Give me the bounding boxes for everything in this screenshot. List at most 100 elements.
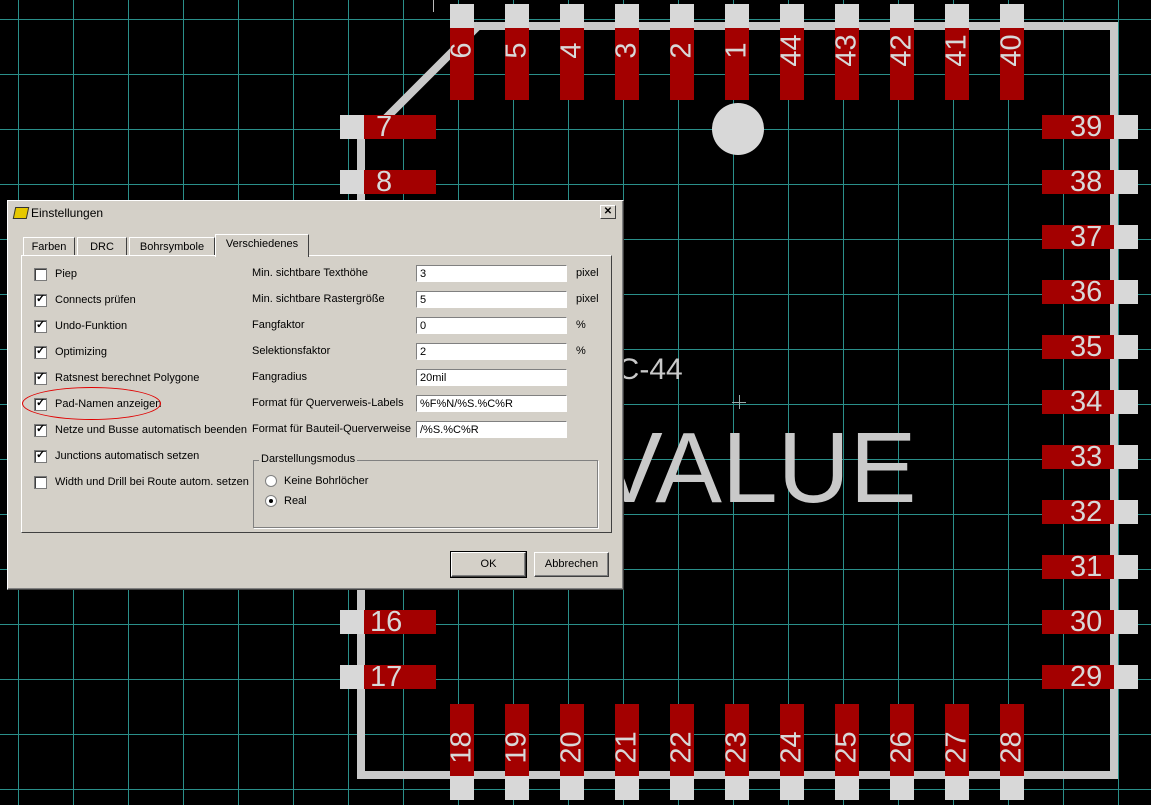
- pad-right-cap: [1114, 170, 1138, 194]
- field-unit: pixel: [576, 267, 599, 279]
- pad-right-cap: [1114, 280, 1138, 304]
- pad-label: 35: [1070, 331, 1103, 363]
- checkbox-row[interactable]: ✓ Netze und Busse automatisch beenden: [34, 423, 247, 437]
- pad-label: 33: [1070, 441, 1103, 473]
- check-icon: ✓: [36, 292, 46, 305]
- pin1-marker: [712, 103, 764, 155]
- checkbox-row[interactable]: ✓ Junctions automatisch setzen: [34, 449, 199, 463]
- text-field[interactable]: 20mil: [416, 369, 567, 386]
- pad-bottom-cap: [945, 776, 969, 800]
- checkbox-label: Netze und Busse automatisch beenden: [55, 424, 248, 436]
- pad-right-cap: [1114, 555, 1138, 579]
- tab-farben[interactable]: Farben: [23, 237, 75, 256]
- tab-bohrsymbole[interactable]: Bohrsymbole: [129, 237, 215, 256]
- check-icon: ✓: [36, 422, 46, 435]
- ok-button[interactable]: OK: [450, 551, 527, 578]
- checkbox[interactable]: ✓: [34, 371, 47, 385]
- field-label: Format für Bauteil-Querverweise: [252, 423, 411, 435]
- pad-label: 18: [445, 731, 478, 764]
- pad-label: 42: [885, 34, 918, 67]
- pad-right-cap: [1114, 390, 1138, 414]
- pad-left-cap: [340, 665, 364, 689]
- display-mode-group: [253, 460, 598, 528]
- radio-button[interactable]: [265, 495, 277, 507]
- checkbox-label: Ratsnest berechnet Polygone: [55, 372, 200, 384]
- field-label: Min. sichtbare Texthöhe: [252, 267, 368, 279]
- pad-label: 29: [1070, 661, 1103, 693]
- pad-label: 43: [830, 34, 863, 67]
- text-field[interactable]: %F%N/%S.%C%R: [416, 395, 567, 412]
- text-field[interactable]: 2: [416, 343, 567, 360]
- pad-label: 36: [1070, 276, 1103, 308]
- field-label: Fangradius: [252, 371, 308, 383]
- pad-bottom-cap: [725, 776, 749, 800]
- pad-label: 22: [665, 731, 698, 764]
- checkbox-label: Piep: [55, 268, 78, 280]
- part-value-label: VALUE: [596, 412, 917, 524]
- pad[interactable]: [364, 115, 436, 139]
- field-label: Fangfaktor: [252, 319, 305, 331]
- checkbox[interactable]: ✓: [34, 448, 47, 463]
- highlight-annotation: [22, 387, 161, 420]
- radio-keine-bohrloecher[interactable]: Keine Bohrlöcher: [265, 475, 368, 487]
- text-field[interactable]: /%S.%C%R: [416, 421, 567, 438]
- check-icon: ✓: [36, 344, 46, 357]
- pad-label: 37: [1070, 221, 1103, 253]
- checkbox-row[interactable]: ✓ Undo-Funktion: [34, 319, 127, 333]
- pad-bottom-cap: [615, 776, 639, 800]
- pad-label: 8: [376, 166, 393, 198]
- radio-button[interactable]: [265, 475, 277, 487]
- pad-left-cap: [340, 610, 364, 634]
- field-label: Format für Querverweis-Labels: [252, 397, 404, 409]
- checkbox-row[interactable]: Width und Drill bei Route autom. setzen: [34, 475, 249, 489]
- pad-label: 44: [775, 34, 808, 67]
- radio-real[interactable]: Real: [265, 495, 307, 507]
- checkbox[interactable]: [34, 475, 47, 489]
- close-button[interactable]: ✕: [600, 205, 616, 219]
- pad-label: 28: [995, 731, 1028, 764]
- pad-label: 27: [940, 731, 973, 764]
- pad[interactable]: [364, 170, 436, 194]
- pad-label: 39: [1070, 111, 1103, 143]
- radio-label: Keine Bohrlöcher: [284, 475, 369, 487]
- pad-label: 19: [500, 731, 533, 764]
- pad-label: 20: [555, 731, 588, 764]
- pad-label: 26: [885, 731, 918, 764]
- checkbox-row[interactable]: ✓ Connects prüfen: [34, 293, 136, 307]
- text-field[interactable]: 0: [416, 317, 567, 334]
- check-icon: ✓: [36, 448, 46, 461]
- field-unit: %: [576, 345, 586, 357]
- pad-label: 38: [1070, 166, 1103, 198]
- cursor-crosshair-v: [739, 395, 740, 409]
- checkbox[interactable]: ✓: [34, 318, 47, 333]
- text-field[interactable]: 3: [416, 265, 567, 282]
- check-icon: ✓: [36, 318, 46, 331]
- checkbox-label: Connects prüfen: [55, 294, 136, 306]
- pad-label: 41: [940, 34, 973, 67]
- pad-label: 3: [610, 42, 643, 59]
- pad-label: 16: [370, 606, 403, 638]
- dialog-titlebar[interactable]: Einstellungen ✕: [11, 204, 618, 221]
- pad-bottom-cap: [835, 776, 859, 800]
- checkbox[interactable]: [34, 267, 47, 281]
- display-mode-title: Darstellungsmodus: [259, 453, 358, 465]
- checkbox-row[interactable]: ✓ Optimizing: [34, 345, 107, 359]
- pad-label: 6: [445, 42, 478, 59]
- pad-left-cap: [340, 115, 364, 139]
- tab-drc[interactable]: DRC: [77, 237, 127, 256]
- checkbox[interactable]: ✓: [34, 292, 47, 307]
- checkbox-row[interactable]: ✓ Ratsnest berechnet Polygone: [34, 371, 199, 385]
- field-unit: pixel: [576, 293, 599, 305]
- tab-verschiedenes[interactable]: Verschiedenes: [215, 234, 309, 257]
- text-field[interactable]: 5: [416, 291, 567, 308]
- cancel-button[interactable]: Abbrechen: [534, 552, 609, 577]
- pad-bottom-cap: [890, 776, 914, 800]
- pad-left-cap: [340, 170, 364, 194]
- checkbox-label: Width und Drill bei Route autom. setzen: [55, 476, 249, 488]
- checkbox-row[interactable]: Piep: [34, 267, 77, 281]
- dialog-title: Einstellungen: [31, 205, 104, 220]
- checkbox[interactable]: ✓: [34, 422, 47, 437]
- checkbox[interactable]: ✓: [34, 344, 47, 359]
- pad-label: 40: [995, 34, 1028, 67]
- pad-label: 17: [370, 661, 403, 693]
